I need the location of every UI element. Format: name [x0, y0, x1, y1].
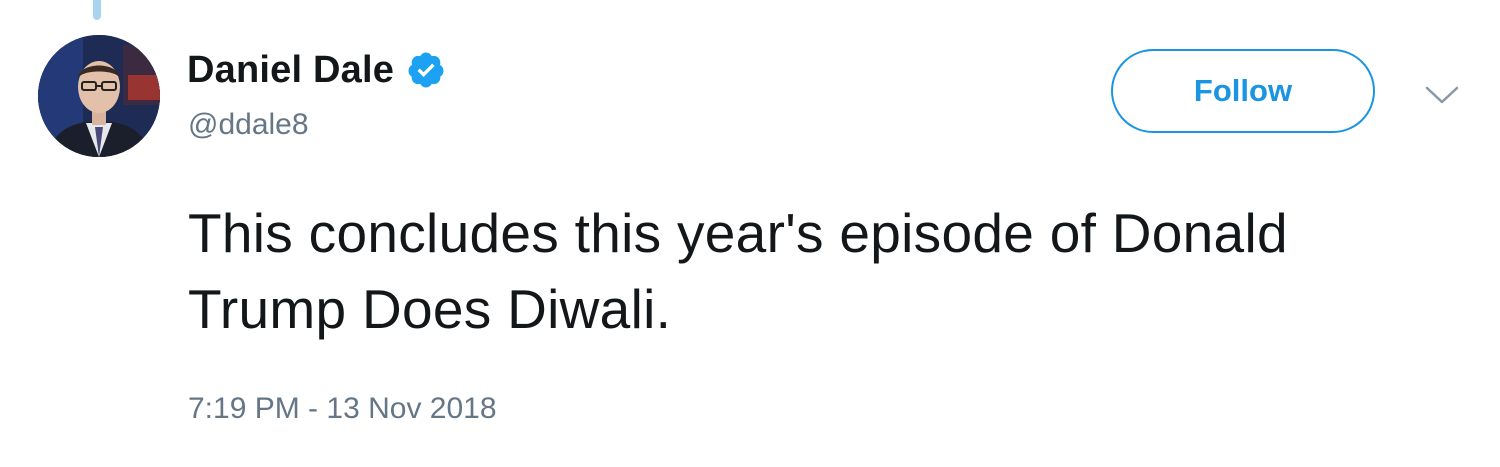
avatar[interactable] [38, 35, 160, 157]
avatar-photo [38, 35, 160, 157]
follow-button[interactable]: Follow [1111, 49, 1375, 133]
verified-badge-icon [406, 50, 446, 90]
tweet-text: This concludes this year's episode of Do… [188, 202, 1288, 340]
display-name[interactable]: Daniel Dale [187, 49, 394, 92]
user-name-row: Daniel Dale [187, 42, 446, 98]
tweet-timestamp[interactable]: 7:19 PM - 13 Nov 2018 [188, 392, 497, 426]
user-handle[interactable]: @ddale8 [188, 108, 309, 142]
chevron-down-icon[interactable] [1424, 84, 1460, 106]
thread-connector-line [93, 0, 101, 20]
